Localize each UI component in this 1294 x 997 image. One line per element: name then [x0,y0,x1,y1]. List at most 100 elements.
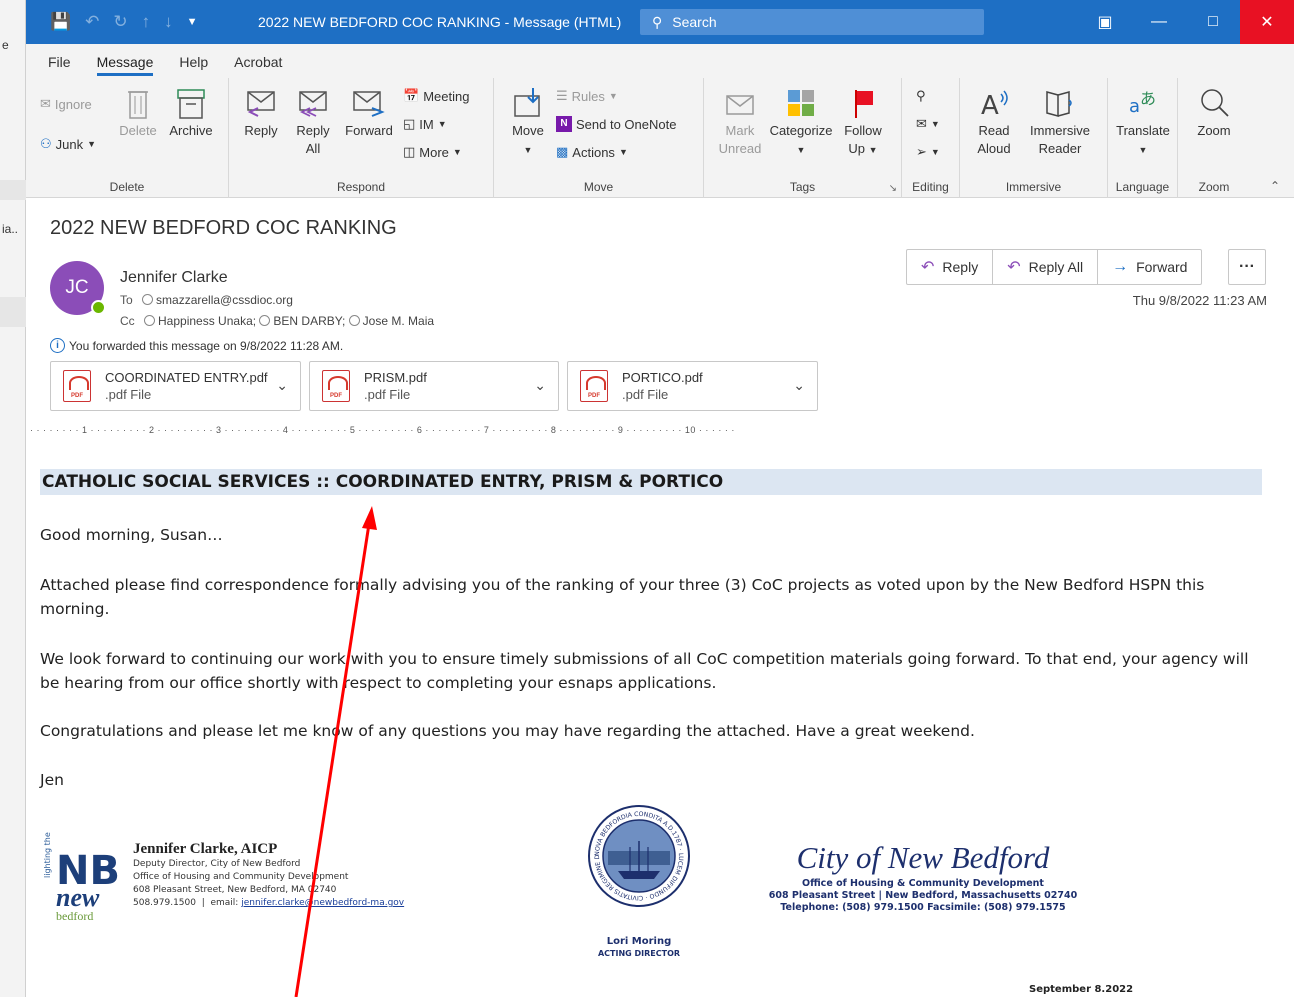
chevron-down-icon: ▼ [930,147,940,157]
message-subject: 2022 NEW BEDFORD COC RANKING [50,217,397,239]
translate-button[interactable]: aあ Translate ▼ [1112,86,1174,159]
reply-all-button[interactable]: Reply All [291,86,335,158]
reply-button[interactable]: ↶ Reply [907,250,994,284]
attachment[interactable]: PDF PRISM.pdf .pdf File ⌄ [309,361,559,411]
dialog-launcher-icon[interactable]: ↘ [889,183,897,194]
search-input[interactable]: ⚲ Search [640,9,984,35]
group-label: Immersive [1005,180,1062,194]
minimize-button[interactable]: — [1132,0,1186,44]
next-item-icon[interactable]: ↓ [164,12,173,32]
recipient[interactable]: smazzarella@cssdioc.org [156,293,293,307]
svg-text:あ: あ [1140,89,1156,108]
read-aloud-button[interactable]: A Read Aloud [972,86,1016,158]
reply-icon [247,91,275,117]
chevron-down-icon: ▼ [437,119,447,129]
attachment-name: PORTICO.pdf [622,370,703,385]
send-to-onenote-button[interactable]: N Send to OneNote [556,116,676,132]
window-title: 2022 NEW BEDFORD COC RANKING - Message (… [258,14,622,30]
im-button[interactable]: ◱ IM ▼ [403,116,447,132]
tab-message[interactable]: Message [87,54,170,78]
mark-unread-button[interactable]: Mark Unread [716,86,764,158]
ribbon-group-editing: ⚲ ✉ ▼ ➢ ▼ Editing [902,78,960,198]
contact-status-icon [348,315,360,326]
ribbon-group-delete: ✉ Ignore ⚇ Junk ▼ Delete Archive Delete [26,78,229,198]
reply-all-button[interactable]: ↶ Reply All [993,250,1099,284]
collapse-ribbon-icon[interactable]: ⌃ [1270,179,1280,193]
rules-button[interactable]: ☰ Rules ▼ [556,88,618,104]
customize-toolbar-icon[interactable]: ▼ [187,16,198,28]
tab-file[interactable]: File [38,54,87,78]
maximize-button[interactable]: □ [1186,0,1240,44]
onenote-icon: N [556,116,572,132]
contact-status-icon [144,315,156,326]
reply-all-icon: ↶ [1007,259,1021,276]
reply-all-icon [299,91,327,117]
ribbon-group-respond: Reply Reply All Forward 📅 Meeting ◱ IM ▼ [229,78,494,198]
background-window-row [0,180,26,200]
save-icon[interactable]: 💾 [50,12,71,32]
signature-address: 608 Pleasant Street, New Bedford, MA 027… [133,885,337,895]
immersive-reader-button[interactable]: Immersive Reader [1022,86,1098,158]
presence-available-icon [91,300,106,315]
attachment-name: COORDINATED ENTRY.pdf [105,370,268,385]
ribbon: ✉ Ignore ⚇ Junk ▼ Delete Archive Delete [26,78,1294,198]
pdf-file-icon: PDF [580,370,608,402]
background-window-text: ia.. [2,222,19,236]
chevron-down-icon[interactable]: ⌄ [276,377,288,394]
junk-button[interactable]: ⚇ Junk ▼ [40,136,96,152]
forwarded-infobar[interactable]: i You forwarded this message on 9/8/2022… [50,338,343,353]
redo-icon[interactable]: ↻ [113,12,127,32]
related-button[interactable]: ✉ ▼ [916,116,940,132]
follow-up-button[interactable]: Follow Up ▼ [838,86,888,159]
contact-status-icon [142,294,154,305]
contact-status-icon [259,315,271,326]
ribbon-display-options-button[interactable]: ▣ [1078,0,1132,44]
avatar[interactable]: JC [50,261,106,315]
meeting-button[interactable]: 📅 Meeting [403,88,469,104]
select-button[interactable]: ➢ ▼ [916,144,940,160]
background-window-strip: e ia.. [0,0,26,997]
pdf-file-icon: PDF [322,370,350,402]
message-window: 💾 ↶ ↻ ↑ ↓ ▼ 2022 NEW BEDFORD COC RANKING… [26,0,1294,997]
find-icon: ⚲ [916,88,926,103]
zoom-button[interactable]: Zoom [1188,86,1240,140]
ignore-button[interactable]: ✉ Ignore [40,96,92,112]
recipient[interactable]: BEN DARBY; [273,314,345,328]
tab-acrobat[interactable]: Acrobat [224,54,298,78]
forward-button[interactable]: → Forward [1098,250,1201,284]
actions-button[interactable]: ▩ Actions ▼ [556,144,628,160]
ruler[interactable]: · · · · · · · · 1 · · · · · · · · · 2 · … [30,425,1270,441]
ribbon-group-zoom: Zoom Zoom [1178,78,1250,198]
chevron-down-icon[interactable]: ⌄ [793,377,805,394]
trash-icon [128,91,148,119]
attachment[interactable]: PDF PORTICO.pdf .pdf File ⌄ [567,361,818,411]
archive-button[interactable]: Archive [164,86,218,140]
delete-button[interactable]: Delete [116,86,160,140]
attachment[interactable]: PDF COORDINATED ENTRY.pdf .pdf File ⌄ [50,361,301,411]
forward-button[interactable]: Forward [341,86,397,140]
group-label: Move [583,180,614,194]
more-actions-button[interactable]: ··· [1228,249,1266,285]
undo-icon[interactable]: ↶ [85,12,99,32]
chevron-down-icon[interactable]: ⌄ [534,377,546,394]
tab-help[interactable]: Help [169,54,224,78]
background-window-row [0,297,26,327]
close-button[interactable]: ✕ [1240,0,1294,44]
more-respond-button[interactable]: ◫ More ▼ [403,144,462,160]
ribbon-group-immersive: A Read Aloud Immersive Reader Immersive [960,78,1108,198]
previous-item-icon[interactable]: ↑ [142,12,151,32]
find-button[interactable]: ⚲ [916,88,926,104]
categorize-button[interactable]: Categorize ▼ [768,86,834,159]
recipient[interactable]: Jose M. Maia [363,314,434,328]
reply-button[interactable]: Reply [239,86,283,140]
email-link[interactable]: jennifer.clarke@newbedford-ma.gov [241,898,404,908]
cursor-icon: ➢ [916,144,927,159]
city-name-script: City of New Bedford [796,840,1050,875]
body-paragraph: Attached please find correspondence form… [40,576,1205,618]
email-signature: Jennifer Clarke, AICP Deputy Director, C… [133,840,404,910]
recipient[interactable]: Happiness Unaka; [158,314,256,328]
title-bar: 💾 ↶ ↻ ↑ ↓ ▼ 2022 NEW BEDFORD COC RANKING… [26,0,1294,44]
move-button[interactable]: Move ▼ [508,86,548,159]
sender-name[interactable]: Jennifer Clarke [120,269,228,287]
group-label: Tags [789,180,816,194]
